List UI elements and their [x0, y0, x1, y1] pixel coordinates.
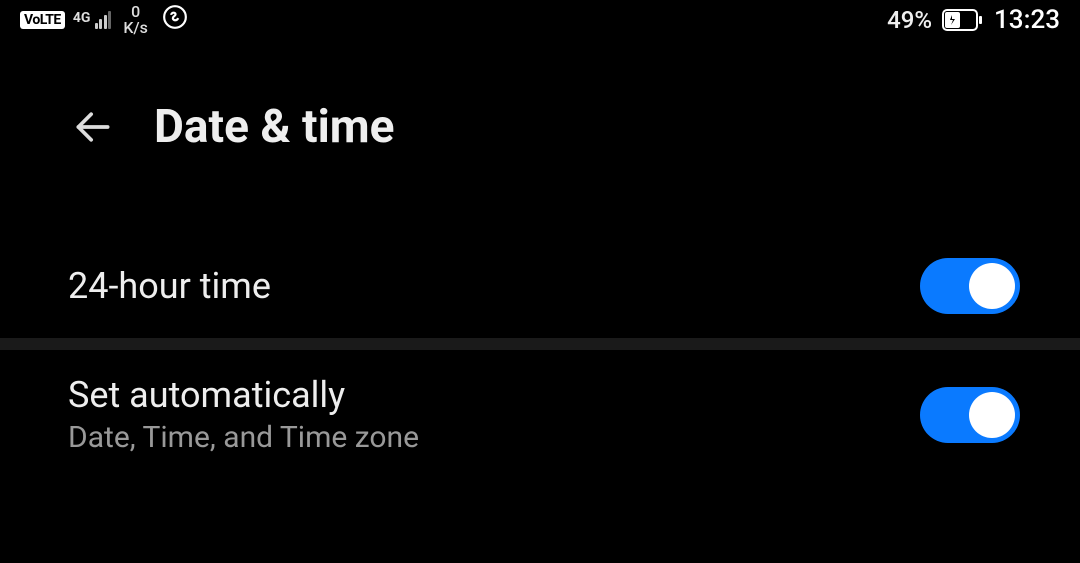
- data-speed-indicator: 0 K/s: [123, 4, 148, 36]
- setting-title: 24-hour time: [68, 265, 271, 307]
- back-button[interactable]: [68, 102, 118, 152]
- setting-24hour-time[interactable]: 24-hour time: [0, 234, 1080, 338]
- settings-list: 24-hour time Set automatically Date, Tim…: [0, 194, 1080, 479]
- page-title: Date & time: [154, 100, 394, 154]
- battery-percent: 49%: [887, 6, 932, 34]
- whatsapp-icon: [162, 4, 188, 36]
- section-divider: [0, 338, 1080, 350]
- status-bar: VoLTE 4G 0 K/s 49%: [0, 0, 1080, 40]
- setting-title: Set automatically: [68, 374, 419, 416]
- toggle-24hour-time[interactable]: [920, 258, 1020, 314]
- page-header: Date & time: [0, 40, 1080, 194]
- network-signal-icon: 4G: [73, 11, 112, 29]
- volte-badge: VoLTE: [20, 11, 65, 29]
- toggle-set-automatically[interactable]: [920, 387, 1020, 443]
- status-bar-left: VoLTE 4G 0 K/s: [20, 4, 188, 36]
- setting-subtitle: Date, Time, and Time zone: [68, 420, 419, 455]
- arrow-left-icon: [71, 105, 115, 149]
- status-bar-right: 49% 13:23: [887, 5, 1060, 35]
- signal-bars-icon: [95, 11, 112, 29]
- battery-icon: [942, 9, 984, 31]
- setting-set-automatically[interactable]: Set automatically Date, Time, and Time z…: [0, 350, 1080, 479]
- clock-time: 13:23: [994, 5, 1060, 35]
